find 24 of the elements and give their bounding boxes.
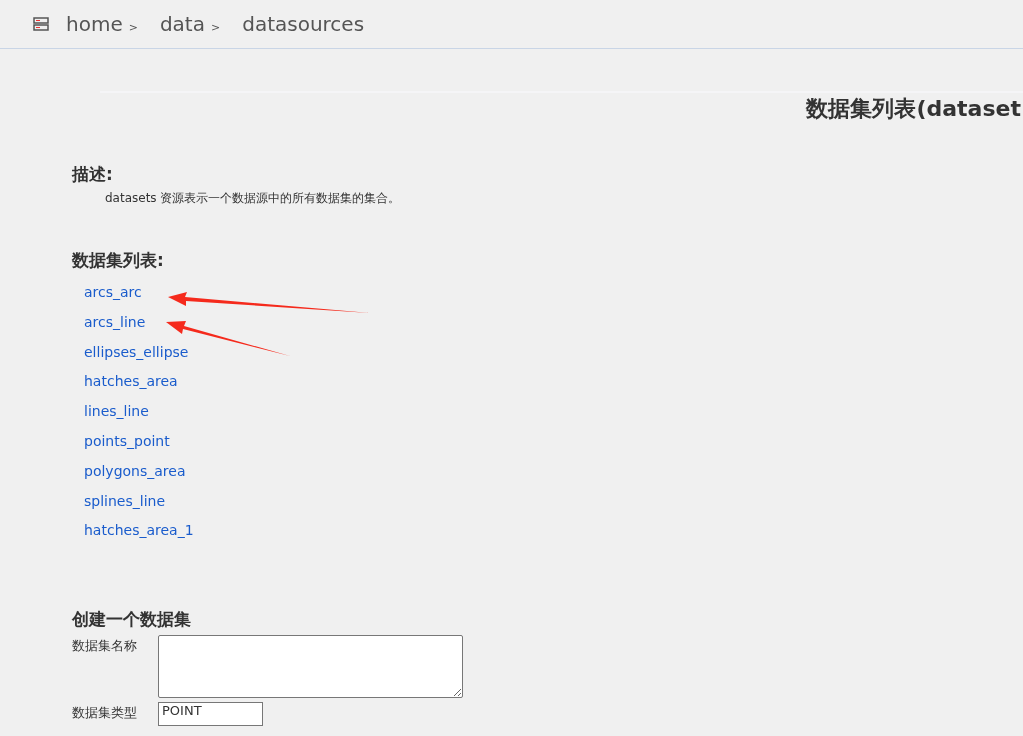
breadcrumb-link[interactable]: home xyxy=(66,12,123,36)
field-label: 数据集名称 xyxy=(72,637,138,656)
dataset-link[interactable]: lines_line xyxy=(84,397,149,427)
dataset-link[interactable]: hatches_area xyxy=(84,367,178,398)
dataset-link[interactable]: points_point xyxy=(84,427,170,457)
dataset-link[interactable]: arcs_arc xyxy=(84,278,142,308)
name-field[interactable] xyxy=(158,635,463,699)
breadcrumb-separator: > xyxy=(128,20,138,34)
dataset-link[interactable]: arcs_line xyxy=(84,307,146,338)
breadcrumb-link[interactable]: datasources xyxy=(242,12,365,36)
section-heading: 描述: xyxy=(72,163,114,186)
section-heading: 数据集列表: xyxy=(72,249,165,272)
server-icon xyxy=(33,17,49,31)
section-heading: 创建一个数据集 xyxy=(72,608,192,632)
type-select[interactable]: POINT xyxy=(158,702,263,727)
page-title: 数据集列表(dataset xyxy=(806,95,1021,123)
dataset-link[interactable]: splines_line xyxy=(84,486,165,517)
breadcrumb-link[interactable]: data xyxy=(159,12,205,36)
description-text: datasets 资源表示一个数据源中的所有数据集的集合。 xyxy=(105,190,402,207)
field-label: 数据集类型 xyxy=(72,704,138,723)
dataset-link[interactable]: hatches_area_1 xyxy=(84,516,194,547)
dataset-link[interactable]: ellipses_ellipse xyxy=(84,337,189,368)
dataset-link[interactable]: polygons_area xyxy=(84,456,186,487)
breadcrumb-separator: > xyxy=(211,20,221,34)
